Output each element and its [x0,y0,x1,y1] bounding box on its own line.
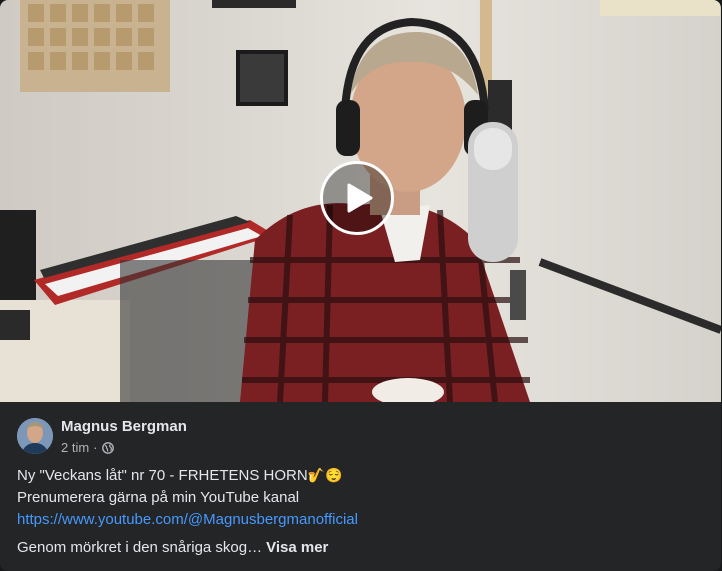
post-line-1: Ny "Veckans låt" nr 70 - FRHETENS HORN🎷😌 [17,464,707,487]
video-player[interactable] [0,0,721,402]
youtube-link[interactable]: https://www.youtube.com/@Magnusbergmanof… [17,509,707,531]
play-button[interactable] [320,161,394,235]
post-preview: Genom mörkret i den snåriga skog… Visa me… [17,537,328,559]
post-body: Ny "Veckans låt" nr 70 - FRHETENS HORN🎷😌… [17,464,707,531]
post-timestamp[interactable]: 2 tim [61,440,89,456]
separator: · [93,440,98,455]
saxophone-relieved-emoji: 🎷😌 [307,467,343,483]
post-header: Magnus Bergman 2 tim · [17,418,187,458]
see-more-button[interactable]: Visa mer [266,539,328,556]
post-line-2: Prenumerera gärna på min YouTube kanal [17,489,300,506]
post-card: Magnus Bergman 2 tim · Ny "Veckans låt" … [0,0,721,571]
play-icon [347,183,373,213]
post-preview-text: Genom mörkret i den snåriga skog… [17,539,263,556]
avatar[interactable] [17,418,53,454]
post-title: Ny "Veckans låt" nr 70 - FRHETENS HORN [17,467,308,484]
post-meta: Magnus Bergman 2 tim · [61,418,187,458]
globe-icon[interactable] [101,442,114,454]
post-time-row: 2 tim · [61,440,187,456]
profile-picture [17,418,53,454]
author-name[interactable]: Magnus Bergman [61,418,187,436]
